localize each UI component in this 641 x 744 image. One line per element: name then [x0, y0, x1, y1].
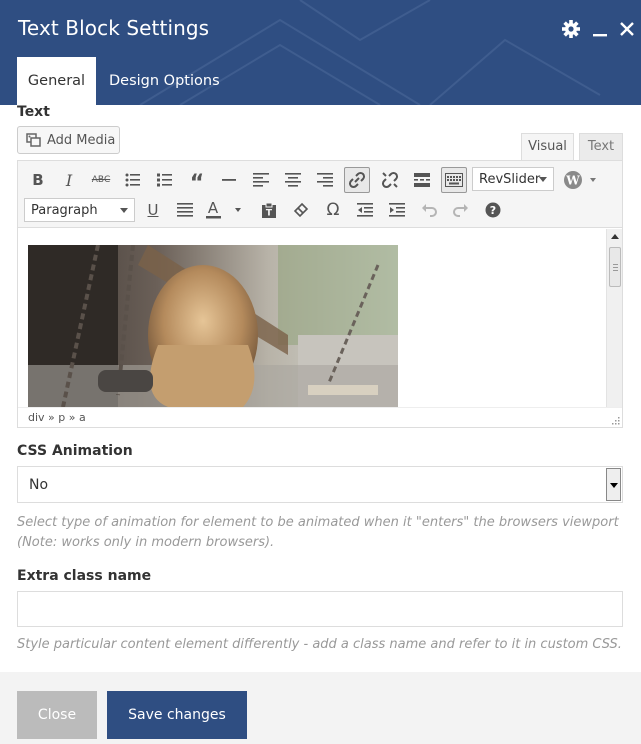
extra-class-help: Style particular content element differe…: [17, 637, 622, 652]
blockquote-icon[interactable]: “: [184, 167, 210, 196]
editor-toolbar: B I ABC “ RevSlider W Paragraph U A T Ω …: [18, 161, 622, 228]
tab-design-options[interactable]: Design Options: [109, 57, 220, 105]
editor-content[interactable]: [18, 229, 606, 407]
extra-class-label: Extra class name: [17, 568, 152, 584]
css-animation-help: Select type of animation for element to …: [17, 515, 619, 550]
css-animation-value: No: [29, 477, 49, 493]
dropdown-arrow-button[interactable]: [606, 468, 621, 501]
toolbar-toggle-icon[interactable]: [441, 167, 467, 193]
revslider-label: RevSlider: [479, 171, 541, 187]
resize-handle-icon[interactable]: [610, 415, 620, 425]
chevron-down-icon: [120, 208, 128, 213]
read-more-icon[interactable]: [409, 167, 435, 193]
svg-text:W: W: [565, 174, 580, 188]
decrease-indent-icon[interactable]: [352, 197, 378, 223]
content-image[interactable]: [28, 245, 398, 407]
help-icon[interactable]: ?: [480, 197, 506, 223]
status-path-text: div » p » a: [28, 411, 86, 424]
editor-status-path: div » p » a: [18, 407, 622, 427]
modal-header: Text Block Settings General Design Optio…: [0, 0, 641, 105]
strikethrough-icon[interactable]: ABC: [88, 167, 114, 193]
chevron-down-icon: [610, 483, 618, 488]
editor-scrollbar[interactable]: [606, 229, 622, 407]
girl-on-swing-image: [28, 245, 398, 407]
add-media-button[interactable]: Add Media: [17, 126, 120, 154]
horizontal-line-icon[interactable]: [216, 167, 242, 193]
css-animation-label: CSS Animation: [17, 443, 133, 459]
minimize-icon[interactable]: [591, 19, 611, 39]
add-media-icon: [26, 133, 41, 147]
tab-visual[interactable]: Visual: [521, 133, 574, 161]
underline-icon[interactable]: U: [140, 197, 166, 223]
css-animation-select[interactable]: No: [17, 466, 623, 503]
paragraph-format-value: Paragraph: [31, 202, 98, 218]
close-icon[interactable]: [618, 19, 638, 39]
svg-text:?: ?: [490, 204, 496, 217]
undo-icon[interactable]: [416, 197, 442, 223]
tab-general[interactable]: General: [17, 57, 96, 105]
insert-link-icon[interactable]: [344, 167, 370, 193]
align-left-icon[interactable]: [248, 167, 274, 193]
justify-icon[interactable]: [172, 197, 198, 223]
scroll-up-arrow-icon[interactable]: [611, 234, 619, 239]
align-center-icon[interactable]: [280, 167, 306, 193]
svg-text:A: A: [208, 200, 219, 217]
numbered-list-icon[interactable]: [152, 167, 178, 193]
svg-text:T: T: [266, 209, 273, 219]
align-right-icon[interactable]: [312, 167, 338, 193]
remove-link-icon[interactable]: [377, 167, 403, 193]
bullet-list-icon[interactable]: [120, 167, 146, 193]
increase-indent-icon[interactable]: [384, 197, 410, 223]
wysiwyg-editor: B I ABC “ RevSlider W Paragraph U A T Ω …: [17, 160, 623, 428]
modal-footer: Close Save changes: [0, 672, 641, 744]
chevron-down-icon: [539, 177, 547, 182]
revslider-button[interactable]: RevSlider: [472, 167, 554, 191]
paste-as-text-icon[interactable]: T: [256, 197, 282, 223]
add-media-label: Add Media: [47, 132, 116, 148]
scrollbar-thumb[interactable]: [609, 247, 621, 287]
modal-title: Text Block Settings: [18, 16, 210, 40]
text-label: Text: [17, 104, 50, 120]
bold-icon[interactable]: B: [25, 167, 51, 193]
special-character-icon[interactable]: Ω: [320, 197, 346, 223]
tab-text[interactable]: Text: [579, 133, 623, 161]
redo-icon[interactable]: [448, 197, 474, 223]
wordpress-icon[interactable]: W: [560, 167, 600, 193]
save-changes-button[interactable]: Save changes: [107, 691, 247, 739]
clear-formatting-icon[interactable]: [288, 197, 314, 223]
paragraph-format-select[interactable]: Paragraph: [24, 198, 135, 222]
extra-class-input[interactable]: [17, 591, 623, 627]
close-button[interactable]: Close: [17, 691, 97, 739]
text-color-icon[interactable]: A: [204, 197, 244, 223]
italic-icon[interactable]: I: [56, 167, 82, 193]
gear-icon[interactable]: [561, 19, 581, 39]
